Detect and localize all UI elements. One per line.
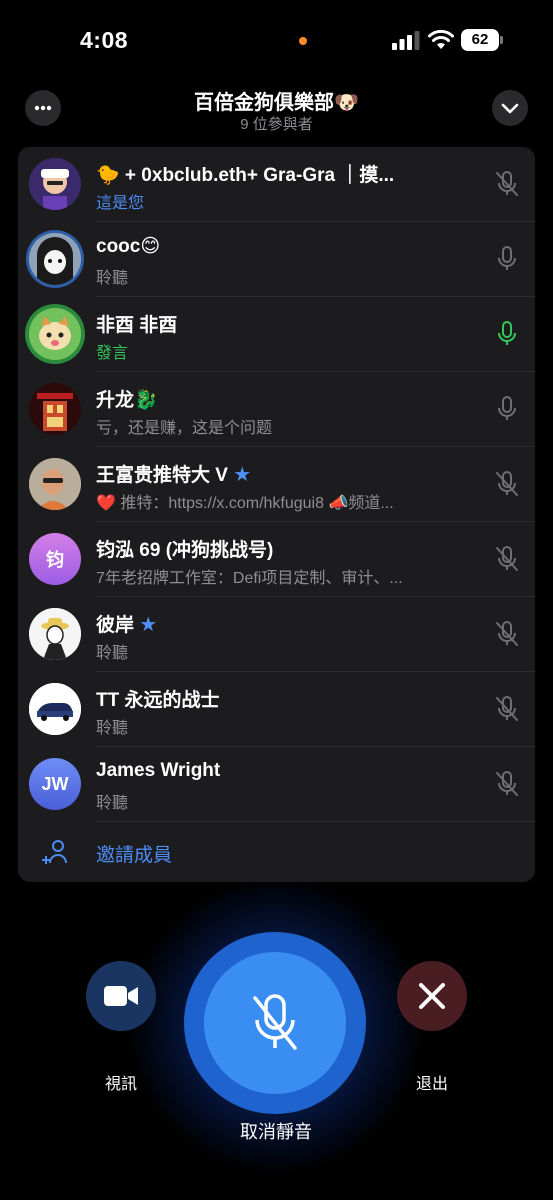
verified-star-icon: ★ (233, 464, 252, 486)
unmute-label: 取消靜音 (240, 1122, 312, 1142)
verified-star-icon: ★ (139, 614, 158, 636)
collapse-button[interactable] (492, 90, 528, 126)
mic-muted-icon[interactable] (492, 769, 522, 799)
avatar (29, 308, 81, 360)
participant-status: 聆聽 (96, 795, 129, 812)
avatar (29, 233, 81, 285)
clock: 4:08 (80, 27, 129, 53)
avatar (29, 158, 81, 210)
participant-list: 🐤 + 0xbclub.eth+ Gra-Gra ｜摸... 這是您 cooc😊… (18, 147, 535, 882)
invite-label: 邀請成員 (96, 845, 173, 866)
participant-name: 升龙🐉 (96, 390, 158, 411)
participant-status: 聆聽 (96, 645, 129, 662)
recording-indicator-icon (299, 37, 307, 45)
participant-name: 非酉 非酉 (96, 315, 178, 336)
cellular-signal-icon (392, 31, 420, 50)
mic-muted-icon (253, 994, 297, 1050)
participant-row[interactable]: 彼岸 ★ 聆聽 (18, 597, 535, 672)
participant-row[interactable]: 升龙🐉 亏，还是赚，这是个问题 (18, 372, 535, 447)
avatar-initials: 钧 (46, 550, 64, 570)
page-title: 百倍金狗俱樂部🐶 (194, 92, 359, 114)
avatar (29, 458, 81, 510)
video-label: 視訊 (104, 1076, 137, 1093)
participant-name: 钧泓 69 (冲狗挑战号) (96, 540, 274, 561)
participant-row[interactable]: cooc😊 聆聽 (18, 222, 535, 297)
participant-status: 聆聽 (96, 720, 129, 737)
participant-row[interactable]: 🐤 + 0xbclub.eth+ Gra-Gra ｜摸... 這是您 (18, 147, 535, 222)
mic-muted-icon[interactable] (492, 469, 522, 499)
header: 百倍金狗俱樂部🐶 9 位參與者 (0, 80, 553, 140)
participant-row[interactable]: JW James Wright 聆聽 (18, 747, 535, 822)
participant-count: 9 位參與者 (240, 116, 313, 133)
status-bar: 4:08 62 (0, 0, 553, 80)
participant-name: James Wright (96, 760, 221, 781)
add-person-icon (42, 840, 67, 864)
avatar (29, 383, 81, 435)
participant-status: ❤️ 推特：https://x.com/hkfugui8 📣频道... (96, 495, 394, 512)
avatar: 钧 (29, 533, 81, 585)
mic-icon[interactable] (492, 244, 522, 274)
participant-name: cooc😊 (96, 236, 161, 257)
wifi-icon (428, 29, 454, 49)
unmute-button[interactable] (204, 952, 346, 1094)
battery-icon: 62 (461, 29, 503, 51)
video-camera-icon (104, 986, 138, 1006)
avatar-initials: JW (41, 773, 69, 794)
avatar (29, 683, 81, 735)
chevron-down-icon (501, 103, 519, 114)
mic-muted-icon[interactable] (492, 694, 522, 724)
participant-status: 亏，还是赚，这是个问题 (96, 420, 273, 437)
participant-row[interactable]: TT 永远的战士 聆聽 (18, 672, 535, 747)
avatar (29, 608, 81, 660)
participant-name: 彼岸 ★ (96, 614, 158, 636)
video-button[interactable] (86, 961, 156, 1031)
battery-level: 62 (461, 29, 499, 51)
participant-row[interactable]: 非酉 非酉 發言 (18, 297, 535, 372)
mic-muted-icon[interactable] (492, 169, 522, 199)
participant-row[interactable]: 钧 钧泓 69 (冲狗挑战号) 7年老招牌工作室：Defi项目定制、审计、... (18, 522, 535, 597)
mic-muted-icon[interactable] (492, 544, 522, 574)
participant-status: 發言 (96, 345, 129, 362)
participant-row[interactable]: 王富贵推特大 V ★ ❤️ 推特：https://x.com/hkfugui8 … (18, 447, 535, 522)
participant-status: 這是您 (96, 195, 145, 212)
participant-status: 7年老招牌工作室：Defi项目定制、审计、... (96, 570, 403, 587)
leave-label: 退出 (415, 1076, 448, 1093)
mic-muted-icon[interactable] (492, 619, 522, 649)
participant-name: TT 永远的战士 (96, 690, 220, 711)
participant-status: 聆聽 (96, 270, 129, 287)
leave-button[interactable] (397, 961, 467, 1031)
invite-members-button[interactable]: 邀請成員 (18, 822, 535, 882)
avatar: JW (29, 758, 81, 810)
close-icon (419, 983, 445, 1009)
mic-speaking-icon[interactable] (492, 319, 522, 349)
mic-icon[interactable] (492, 394, 522, 424)
participant-name: 王富贵推特大 V ★ (96, 464, 252, 486)
participant-name: 🐤 + 0xbclub.eth+ Gra-Gra ｜摸... (96, 165, 395, 186)
